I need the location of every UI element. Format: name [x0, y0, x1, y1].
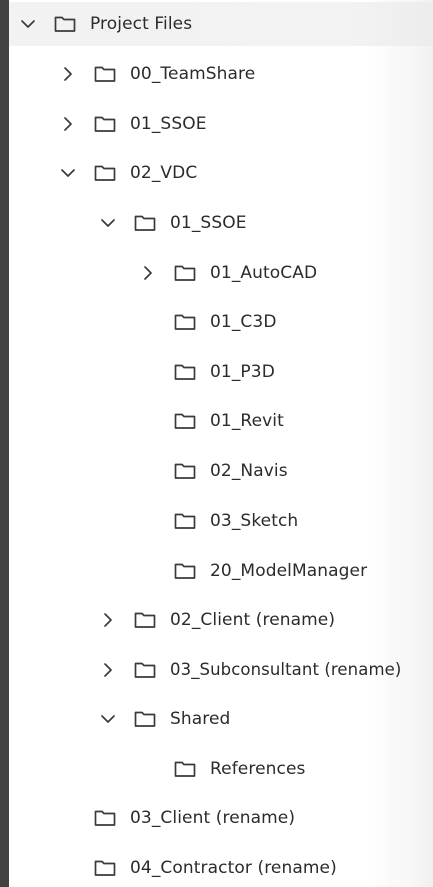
tree-item-label: 02_Navis	[210, 461, 288, 481]
folder-icon	[134, 711, 156, 727]
folder-icon	[94, 165, 116, 181]
tree-item-02-navis[interactable]: 02_Navis	[9, 449, 433, 493]
window-frame-left	[0, 0, 9, 887]
folder-icon	[174, 761, 196, 777]
chevron-right-icon[interactable]	[139, 264, 157, 282]
chevron-right-icon[interactable]	[99, 661, 117, 679]
tree-item-project-files[interactable]: Project Files	[9, 2, 433, 46]
folder-tree-panel: Project Files 00_TeamShare 01_SSOE 02_VD…	[9, 0, 433, 887]
tree-item-shared[interactable]: Shared	[9, 697, 433, 741]
tree-item-label: 04_Contractor (rename)	[130, 858, 337, 878]
folder-icon	[174, 314, 196, 330]
tree-item-01-ssoe-nested[interactable]: 01_SSOE	[9, 201, 433, 245]
tree-item-01-p3d[interactable]: 01_P3D	[9, 350, 433, 394]
tree-item-references[interactable]: References	[9, 747, 433, 791]
folder-icon	[94, 66, 116, 82]
folder-icon	[174, 364, 196, 380]
tree-item-03-sketch[interactable]: 03_Sketch	[9, 499, 433, 543]
chevron-right-icon[interactable]	[59, 115, 77, 133]
chevron-down-icon[interactable]	[99, 214, 117, 232]
tree-item-label: 03_Client (rename)	[130, 808, 296, 828]
tree-item-label: 01_P3D	[210, 362, 275, 382]
tree-item-label: 01_C3D	[210, 312, 277, 332]
folder-icon	[134, 612, 156, 628]
chevron-down-icon[interactable]	[59, 164, 77, 182]
folder-icon	[174, 413, 196, 429]
folder-icon	[54, 16, 76, 32]
tree-item-label: 02_Client (rename)	[170, 610, 336, 630]
tree-item-label: 03_Subconsultant (rename)	[170, 660, 402, 679]
tree-item-03-client[interactable]: 03_Client (rename)	[9, 796, 433, 840]
tree-item-label: 01_SSOE	[170, 213, 247, 233]
chevron-right-icon[interactable]	[59, 65, 77, 83]
folder-icon	[94, 116, 116, 132]
folder-icon	[174, 513, 196, 529]
folder-icon	[134, 215, 156, 231]
tree-item-label: 20_ModelManager	[210, 561, 368, 581]
tree-item-label: 01_AutoCAD	[210, 263, 318, 283]
chevron-down-icon[interactable]	[19, 15, 37, 33]
folder-icon	[94, 810, 116, 826]
folder-icon	[94, 860, 116, 876]
folder-icon	[134, 662, 156, 678]
tree-item-label: Project Files	[90, 14, 193, 34]
tree-item-label: 03_Sketch	[210, 511, 299, 531]
tree-item-03-subconsultant[interactable]: 03_Subconsultant (rename)	[9, 648, 433, 692]
tree-item-01-revit[interactable]: 01_Revit	[9, 399, 433, 443]
tree-item-01-c3d[interactable]: 01_C3D	[9, 300, 433, 344]
tree-item-label: Shared	[170, 709, 231, 729]
tree-item-label: 00_TeamShare	[130, 64, 256, 84]
tree-item-label: References	[210, 759, 306, 779]
tree-item-02-vdc[interactable]: 02_VDC	[9, 151, 433, 195]
tree-item-label: 02_VDC	[130, 163, 198, 183]
tree-item-02-client[interactable]: 02_Client (rename)	[9, 598, 433, 642]
tree-item-01-ssoe[interactable]: 01_SSOE	[9, 102, 433, 146]
tree-item-04-contractor[interactable]: 04_Contractor (rename)	[9, 846, 433, 887]
tree-item-01-autocad[interactable]: 01_AutoCAD	[9, 251, 433, 295]
tree-item-label: 01_SSOE	[130, 114, 207, 134]
chevron-down-icon[interactable]	[99, 710, 117, 728]
folder-icon	[174, 265, 196, 281]
tree-item-20-modelmanager[interactable]: 20_ModelManager	[9, 549, 433, 593]
tree-item-label: 01_Revit	[210, 411, 284, 431]
folder-icon	[174, 463, 196, 479]
chevron-right-icon[interactable]	[99, 611, 117, 629]
tree-item-00-teamshare[interactable]: 00_TeamShare	[9, 52, 433, 96]
folder-icon	[174, 563, 196, 579]
